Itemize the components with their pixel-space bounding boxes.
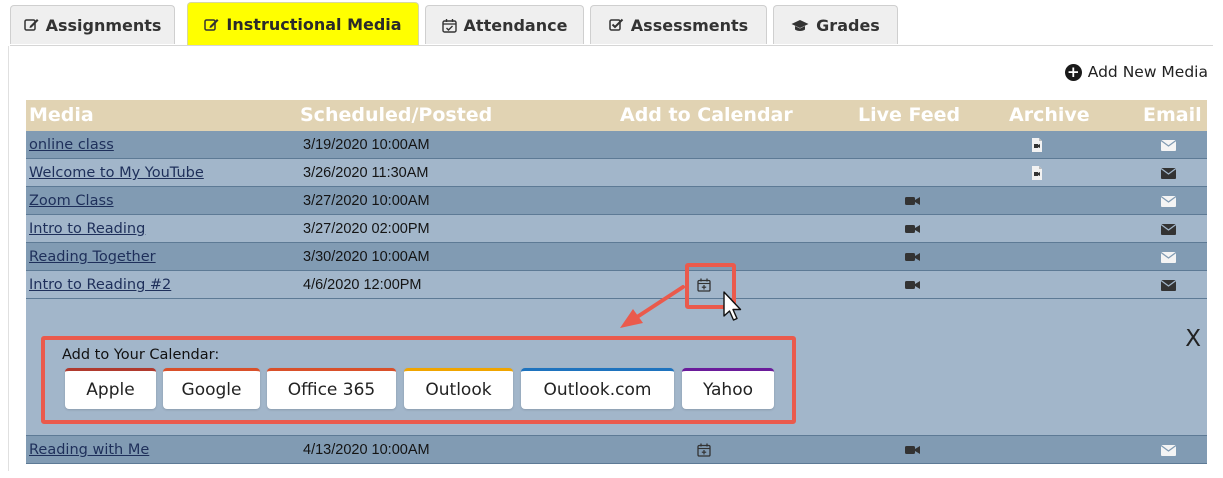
calendar-apple-button[interactable]: Apple	[65, 368, 156, 409]
scheduled-date: 3/19/2020 10:00AM	[303, 137, 430, 153]
add-new-media-button[interactable]: + Add New Media	[1064, 63, 1208, 81]
tab-assessments[interactable]: Assessments	[590, 5, 767, 44]
tab-instructional-media[interactable]: Instructional Media	[187, 2, 419, 46]
tab-label: Assessments	[630, 15, 749, 35]
table-header: Media Scheduled/Posted Add to Calendar L…	[26, 100, 1207, 131]
tab-divider	[10, 45, 1213, 46]
annotation-highlight-box	[685, 263, 736, 309]
graduation-cap-icon	[791, 19, 809, 32]
calendar-outlook-com-button[interactable]: Outlook.com	[521, 368, 674, 409]
tab-label: Assignments	[45, 15, 162, 35]
close-icon[interactable]: X	[1185, 326, 1201, 352]
tab-grades[interactable]: Grades	[773, 5, 898, 44]
media-link[interactable]: Reading with Me	[29, 436, 149, 464]
column-header-media: Media	[29, 104, 94, 126]
table-row: Intro to Reading #2 4/6/2020 12:00PM	[26, 271, 1207, 299]
table-row: Welcome to My YouTube 3/26/2020 11:30AM	[26, 159, 1207, 187]
video-camera-icon[interactable]	[905, 187, 920, 215]
table-row: Intro to Reading 3/27/2020 02:00PM	[26, 215, 1207, 243]
calendar-options-panel: X Add to Your Calendar: Apple Google Off…	[26, 299, 1207, 436]
email-envelope-icon[interactable]	[1161, 159, 1176, 187]
calendar-check-icon	[441, 18, 457, 33]
add-new-media-label: Add New Media	[1087, 63, 1208, 81]
email-envelope-icon[interactable]	[1161, 187, 1176, 215]
video-camera-icon[interactable]	[905, 271, 920, 299]
media-table: Media Scheduled/Posted Add to Calendar L…	[26, 100, 1207, 464]
video-camera-icon[interactable]	[905, 243, 920, 271]
table-row: online class 3/19/2020 10:00AM	[26, 131, 1207, 159]
calendar-yahoo-button[interactable]: Yahoo	[682, 368, 774, 409]
scheduled-date: 4/6/2020 12:00PM	[303, 277, 422, 293]
content-border	[8, 46, 9, 471]
email-envelope-icon[interactable]	[1161, 243, 1176, 271]
scheduled-date: 3/27/2020 02:00PM	[303, 221, 430, 237]
table-row: Reading with Me 4/13/2020 10:00AM	[26, 436, 1207, 464]
tab-assignments[interactable]: Assignments	[10, 5, 175, 44]
check-square-icon	[609, 18, 624, 32]
calendar-google-button[interactable]: Google	[163, 368, 260, 409]
tab-label: Grades	[816, 15, 880, 35]
add-to-calendar-label: Add to Your Calendar:	[62, 347, 220, 363]
scheduled-date: 4/13/2020 10:00AM	[303, 442, 430, 458]
add-to-calendar-icon[interactable]	[697, 436, 711, 464]
tab-label: Instructional Media	[226, 15, 402, 34]
edit-icon	[23, 18, 39, 32]
media-link[interactable]: Intro to Reading	[29, 215, 145, 243]
video-camera-icon[interactable]	[905, 215, 920, 243]
edit-icon	[204, 18, 219, 32]
email-envelope-icon[interactable]	[1161, 215, 1176, 243]
tab-label: Attendance	[463, 15, 568, 35]
archive-file-icon[interactable]	[1031, 131, 1043, 159]
column-header-scheduled: Scheduled/Posted	[300, 104, 493, 126]
calendar-office365-button[interactable]: Office 365	[267, 368, 396, 409]
column-header-email: Email	[1143, 104, 1202, 126]
archive-file-icon[interactable]	[1031, 159, 1043, 187]
table-row: Reading Together 3/30/2020 10:00AM	[26, 243, 1207, 271]
media-link[interactable]: online class	[29, 131, 114, 159]
table-row: Zoom Class 3/27/2020 10:00AM	[26, 187, 1207, 215]
media-link[interactable]: Reading Together	[29, 243, 156, 271]
scheduled-date: 3/30/2020 10:00AM	[303, 249, 430, 265]
calendar-outlook-button[interactable]: Outlook	[404, 368, 513, 409]
add-to-calendar-box: Add to Your Calendar: Apple Google Offic…	[41, 336, 796, 424]
media-link[interactable]: Welcome to My YouTube	[29, 159, 204, 187]
email-envelope-icon[interactable]	[1161, 436, 1176, 464]
tab-attendance[interactable]: Attendance	[425, 5, 584, 44]
column-header-add-to-calendar: Add to Calendar	[620, 104, 793, 126]
column-header-live-feed: Live Feed	[858, 104, 961, 126]
email-envelope-icon[interactable]	[1161, 131, 1176, 159]
media-link[interactable]: Zoom Class	[29, 187, 114, 215]
scheduled-date: 3/26/2020 11:30AM	[303, 165, 429, 181]
scheduled-date: 3/27/2020 10:00AM	[303, 193, 430, 209]
video-camera-icon[interactable]	[905, 436, 920, 464]
email-envelope-icon[interactable]	[1161, 271, 1176, 299]
plus-circle-icon: +	[1064, 63, 1082, 81]
column-header-archive: Archive	[1009, 104, 1090, 126]
media-link[interactable]: Intro to Reading #2	[29, 271, 171, 299]
